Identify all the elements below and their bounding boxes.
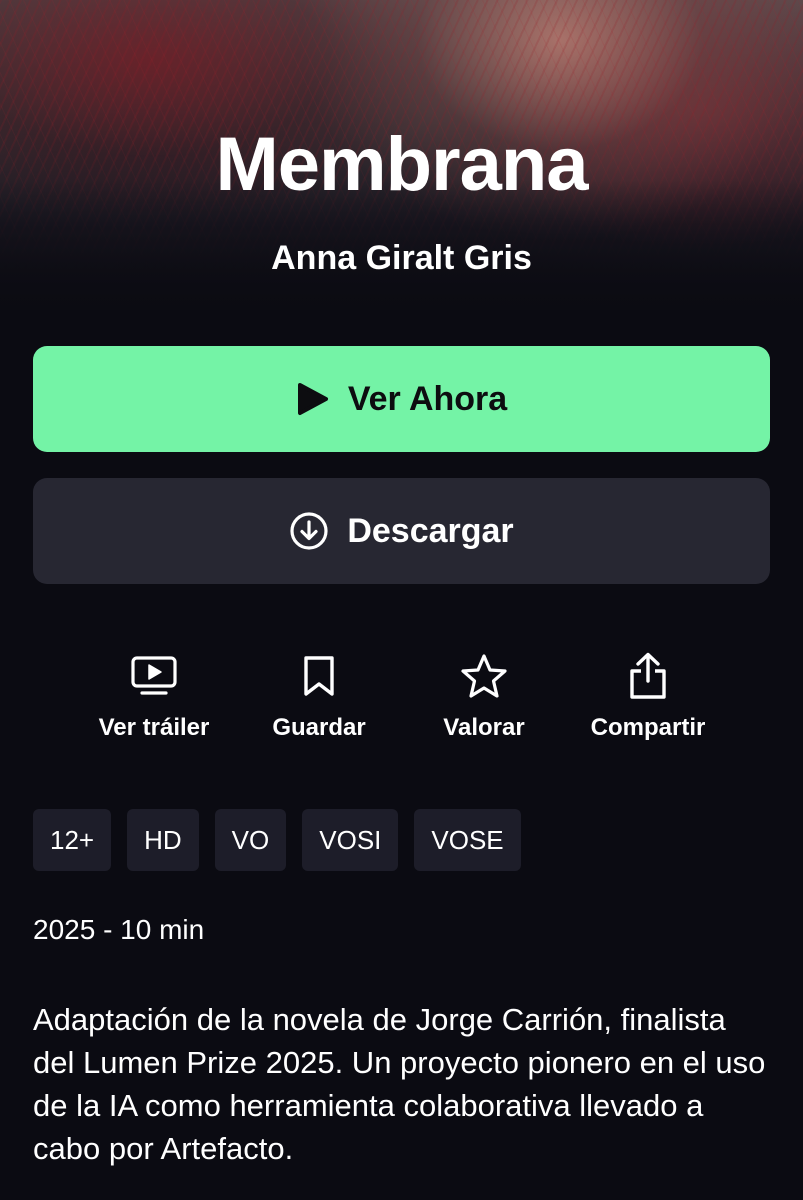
download-label: Descargar: [347, 511, 514, 550]
subtitle-badge: VOSI: [302, 809, 399, 871]
save-action[interactable]: Guardar: [239, 650, 399, 742]
bookmark-icon: [299, 650, 339, 702]
subtitle-badge: VOSE: [414, 809, 521, 871]
download-circle-icon: [289, 511, 329, 551]
year-duration: 2025 - 10 min: [33, 914, 205, 945]
movie-title: Membrana: [215, 122, 588, 207]
action-bar: Ver tráiler Guardar Valorar Compartir: [0, 650, 803, 750]
share-label: Compartir: [590, 714, 706, 741]
badge-list: 12+ HD VO VOSI VOSE: [33, 809, 521, 871]
watch-trailer-action[interactable]: Ver tráiler: [74, 650, 234, 742]
share-action[interactable]: Compartir: [568, 650, 728, 742]
trailer-icon: [130, 650, 178, 702]
watch-now-button[interactable]: Ver Ahora: [33, 346, 770, 452]
rate-action[interactable]: Valorar: [404, 650, 564, 742]
language-badge: VO: [214, 809, 287, 871]
quality-badge: HD: [127, 809, 199, 871]
director-name: Anna Giralt Gris: [271, 239, 532, 277]
synopsis: Adaptación de la novela de Jorge Carrión…: [33, 1002, 766, 1166]
rate-label: Valorar: [443, 714, 525, 741]
share-icon: [626, 650, 670, 702]
watch-now-label: Ver Ahora: [347, 379, 508, 418]
play-icon: [296, 381, 330, 417]
save-label: Guardar: [272, 714, 366, 741]
age-rating-badge: 12+: [33, 809, 112, 871]
star-icon: [459, 650, 509, 702]
watch-trailer-label: Ver tráiler: [98, 714, 210, 741]
download-button[interactable]: Descargar: [33, 478, 770, 584]
